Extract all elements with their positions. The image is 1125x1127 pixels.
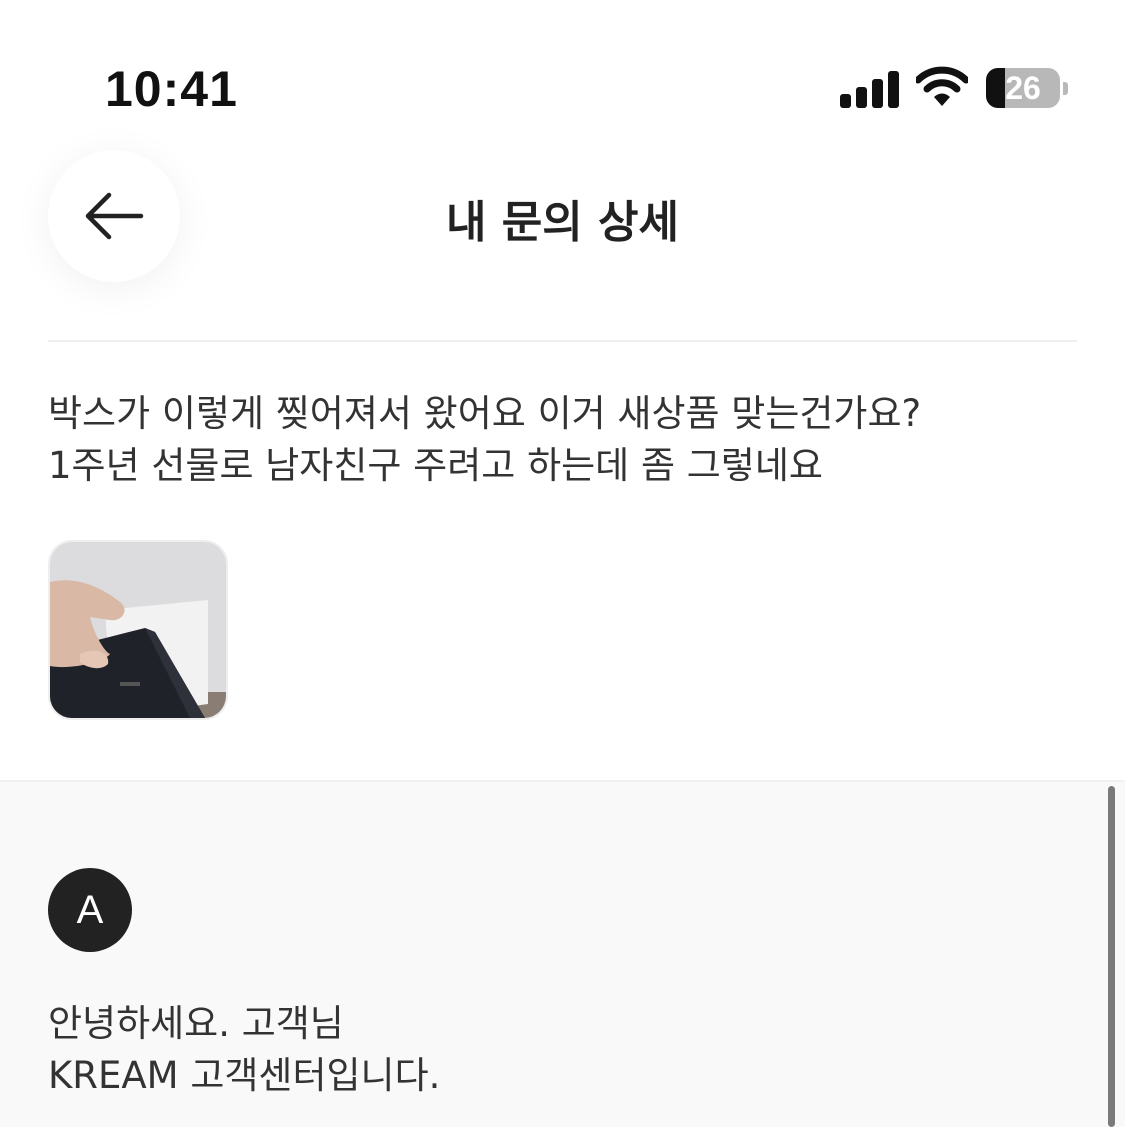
battery-nub [1063, 82, 1068, 95]
answer-line: KREAM 고객센터입니다. [48, 1054, 441, 1097]
battery-percentage: 26 [1005, 70, 1041, 106]
answer-text: 안녕하세요. 고객님 KREAM 고객센터입니다. [48, 998, 1078, 1102]
inquiry-text: 박스가 이렇게 찢어져서 왔어요 이거 새상품 맞는건가요? 1주년 선물로 남… [48, 388, 1078, 492]
avatar: A [48, 868, 132, 952]
status-time: 10:41 [105, 61, 238, 117]
photo-image [50, 542, 226, 718]
cellular-signal-icon [840, 70, 900, 108]
inquiry-line: 박스가 이렇게 찢어져서 왔어요 이거 새상품 맞는건가요? [48, 392, 922, 435]
inquiry-line: 1주년 선물로 남자친구 주려고 하는데 좀 그렇네요 [48, 444, 823, 487]
wifi-icon [914, 66, 970, 108]
battery-icon: 26 [986, 68, 1060, 108]
status-bar: 10:41 26 [0, 0, 1125, 150]
attachment-thumbnail[interactable] [48, 540, 228, 720]
header-divider [48, 340, 1077, 342]
page-title: 내 문의 상세 [445, 197, 680, 248]
scrollbar[interactable] [1108, 786, 1115, 1127]
answer-section: A 안녕하세요. 고객님 KREAM 고객센터입니다. [0, 780, 1125, 1127]
answer-line: 안녕하세요. 고객님 [48, 1002, 344, 1045]
